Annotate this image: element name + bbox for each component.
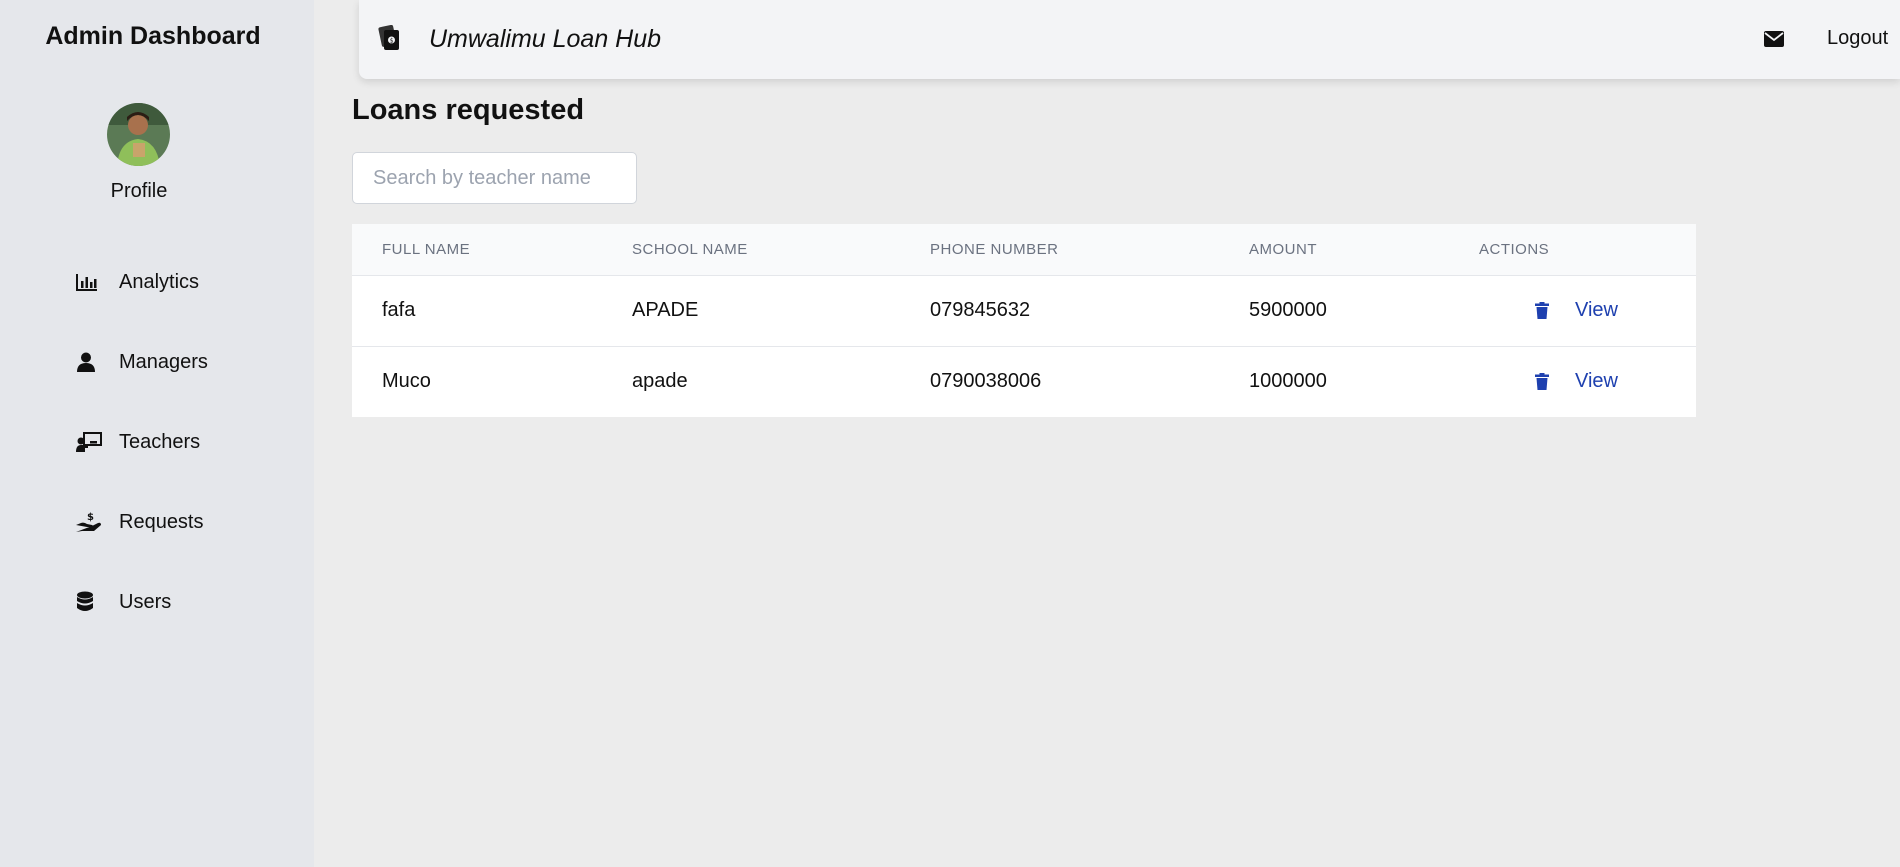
database-icon xyxy=(76,589,106,615)
sidebar-item-label: Managers xyxy=(119,350,208,373)
sidebar: Admin Dashboard Profile Analytics Manage… xyxy=(0,0,314,867)
actions-cell: View xyxy=(1449,346,1696,417)
sidebar-item-managers[interactable]: Managers xyxy=(76,342,208,382)
column-header: FULL NAME xyxy=(382,240,471,258)
loans-table: FULL NAME SCHOOL NAME PHONE NUMBER AMOUN… xyxy=(352,224,1696,417)
avatar[interactable] xyxy=(107,103,170,166)
sidebar-item-analytics[interactable]: Analytics xyxy=(76,262,199,302)
page-title: Loans requested xyxy=(352,94,585,126)
phone-cell: 0790038006 xyxy=(930,370,1042,393)
sidebar-item-users[interactable]: Users xyxy=(76,582,171,622)
sidebar-item-label: Users xyxy=(119,590,172,613)
chalkboard-teacher-icon xyxy=(76,429,106,455)
phone-cell: 079845632 xyxy=(930,299,1031,321)
view-button[interactable]: View xyxy=(1575,299,1618,322)
sidebar-title: Admin Dashboard xyxy=(45,22,261,50)
table-header-row: FULL NAME SCHOOL NAME PHONE NUMBER AMOUN… xyxy=(352,224,1696,275)
school-name-cell: apade xyxy=(632,370,688,393)
amount-cell: 5900000 xyxy=(1249,299,1327,321)
profile-link[interactable]: Profile xyxy=(0,180,278,203)
column-header: PHONE NUMBER xyxy=(930,240,1059,258)
logout-button[interactable]: Logout xyxy=(1827,27,1888,50)
svg-text:$: $ xyxy=(390,38,394,45)
sidebar-item-teachers[interactable]: Teachers xyxy=(76,422,200,462)
brand-name[interactable]: Umwalimu Loan Hub xyxy=(429,25,661,54)
trash-icon[interactable] xyxy=(1535,302,1549,319)
sidebar-item-requests[interactable]: $ Requests xyxy=(76,502,204,542)
svg-text:$: $ xyxy=(87,512,94,523)
view-button[interactable]: View xyxy=(1575,370,1618,393)
full-name-cell: fafa xyxy=(382,299,416,321)
school-name-cell: APADE xyxy=(632,299,699,321)
search-input[interactable] xyxy=(352,152,637,204)
sidebar-item-label: Analytics xyxy=(119,270,200,293)
actions-cell: View xyxy=(1449,275,1696,346)
amount-cell: 1000000 xyxy=(1249,370,1327,393)
sidebar-item-label: Requests xyxy=(119,510,204,533)
trash-icon[interactable] xyxy=(1535,373,1549,391)
top-navbar: $ Umwalimu Loan Hub Logout xyxy=(359,0,1900,79)
column-header: ACTIONS xyxy=(1479,240,1550,258)
envelope-icon[interactable] xyxy=(1763,30,1785,48)
hand-holding-dollar-icon: $ xyxy=(76,509,106,535)
user-icon xyxy=(76,349,106,375)
table-row: fafa APADE 079845632 5900000 View xyxy=(352,275,1696,346)
full-name-cell: Muco xyxy=(382,370,431,393)
column-header: SCHOOL NAME xyxy=(632,240,748,258)
column-header: AMOUNT xyxy=(1249,240,1317,258)
chart-bar-icon xyxy=(76,269,106,295)
sidebar-item-label: Teachers xyxy=(119,430,201,453)
table-row: Muco apade 0790038006 1000000 View xyxy=(352,346,1696,417)
money-bills-icon: $ xyxy=(377,24,403,51)
